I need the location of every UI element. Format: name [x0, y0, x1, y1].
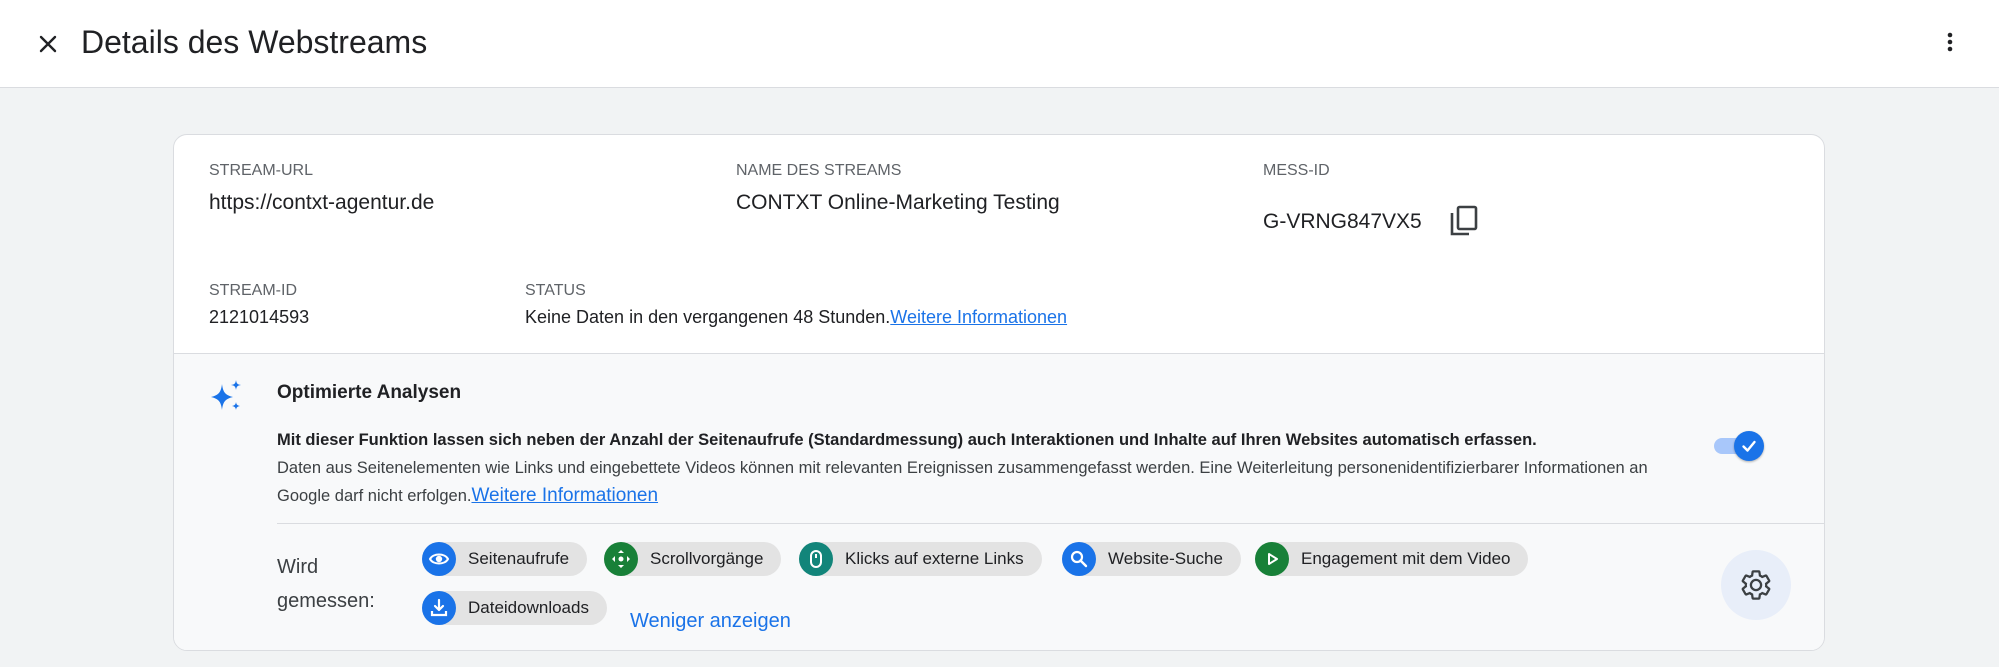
stream-name-label: NAME DES STREAMS	[736, 162, 902, 179]
check-icon	[1742, 440, 1756, 452]
measurement-id-label: MESS-ID	[1263, 162, 1330, 179]
enhanced-more-info-link[interactable]: Weitere Informationen	[471, 485, 658, 506]
chip-label: Klicks auf externe Links	[845, 549, 1024, 568]
section-divider	[277, 523, 1824, 524]
search-icon	[1062, 542, 1096, 576]
chip-outbound-clicks: Klicks auf externe Links	[799, 542, 1042, 576]
measured-label: Wird gemessen:	[277, 556, 375, 612]
toggle-thumb	[1734, 431, 1764, 461]
chip-scrolls: Scrollvorgänge	[604, 542, 782, 576]
enhanced-description-bold: Mit dieser Funktion lassen sich neben de…	[277, 431, 1537, 449]
close-button[interactable]	[28, 24, 68, 64]
chip-label: Website-Suche	[1108, 549, 1223, 568]
chip-label: Dateidownloads	[468, 598, 589, 617]
stream-id-label: STREAM-ID	[209, 282, 297, 299]
chip-page-views: Seitenaufrufe	[422, 542, 588, 576]
enhanced-title: Optimierte Analysen	[277, 382, 462, 403]
close-icon	[39, 35, 57, 53]
sparkle-icon	[211, 380, 241, 410]
stream-name-value: CONTXT Online-Marketing Testing	[736, 191, 1060, 214]
status-more-info-link[interactable]: Weitere Informationen	[890, 307, 1067, 327]
more-vert-icon	[1947, 32, 1953, 52]
eye-icon	[422, 542, 456, 576]
copy-icon	[1450, 205, 1478, 236]
scroll-arrows-icon	[604, 542, 638, 576]
stream-id-value: 2121014593	[209, 307, 310, 327]
enhanced-settings-button[interactable]	[1721, 550, 1791, 620]
show-less-link[interactable]: Weniger anzeigen	[630, 607, 791, 635]
more-options-button[interactable]	[1930, 22, 1970, 62]
download-icon	[422, 591, 456, 625]
copy-id-button[interactable]	[1444, 201, 1484, 241]
play-icon	[1255, 542, 1289, 576]
gear-icon	[1741, 570, 1771, 600]
measurement-id-value: G-VRNG847VX5	[1263, 210, 1422, 233]
chip-label: Engagement mit dem Video	[1301, 549, 1511, 568]
status-text: Keine Daten in den vergangenen 48 Stunde…	[525, 307, 891, 327]
chip-site-search: Website-Suche	[1062, 542, 1241, 576]
stream-url-label: STREAM-URL	[209, 162, 314, 179]
page-title: Details des Webstreams	[81, 24, 428, 60]
chip-video-engagement: Engagement mit dem Video	[1255, 542, 1529, 576]
chip-label: Seitenaufrufe	[468, 549, 570, 568]
app-header: Details des Webstreams	[0, 0, 1999, 88]
enhanced-measurement-section: Optimierte Analysen Mit dieser Funktion …	[174, 353, 1824, 650]
enhanced-description: Mit dieser Funktion lassen sich neben de…	[277, 426, 1697, 510]
status-value: Keine Daten in den vergangenen 48 Stunde…	[525, 305, 1067, 329]
mouse-icon	[799, 542, 833, 576]
chip-label: Scrollvorgänge	[650, 549, 764, 568]
enhanced-measurement-toggle[interactable]	[1710, 430, 1766, 462]
stream-url-value: https://contxt-agentur.de	[209, 191, 435, 214]
stream-details-card: STREAM-URL https://contxt-agentur.de NAM…	[173, 134, 1825, 651]
chip-file-downloads: Dateidownloads	[422, 591, 607, 625]
status-label: STATUS	[525, 282, 586, 299]
